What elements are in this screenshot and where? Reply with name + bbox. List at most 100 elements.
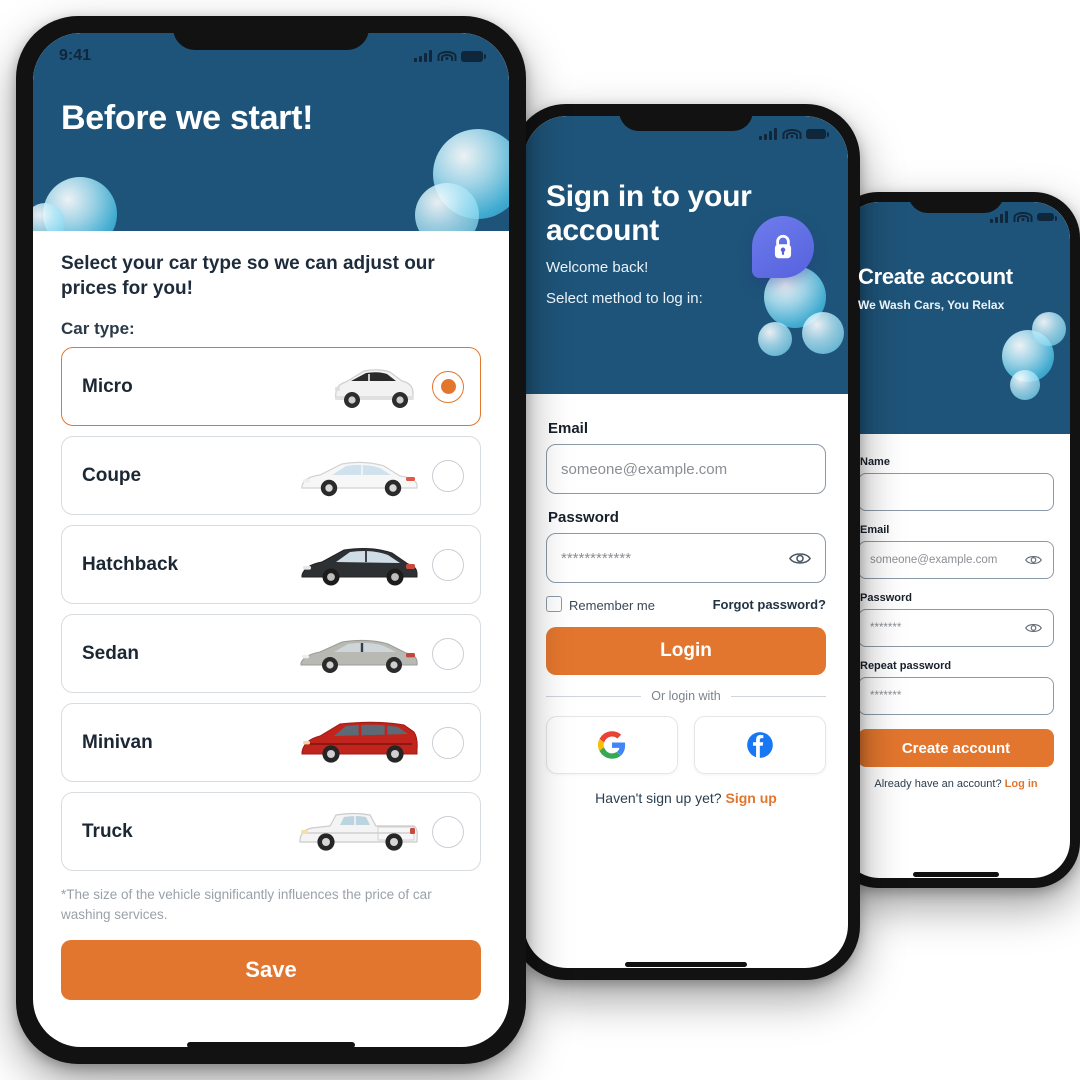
- form-sheet: Email someone@example.com Password *****…: [524, 394, 848, 806]
- bubble-decor: [1010, 370, 1040, 400]
- signal-bars-icon: [414, 50, 432, 62]
- eye-icon[interactable]: [1025, 554, 1042, 566]
- phone-create-account: Create account We Wash Cars, You Relax N…: [832, 192, 1080, 888]
- password-input[interactable]: ************: [546, 533, 826, 583]
- sedan-car-icon: [200, 624, 432, 684]
- email-input[interactable]: someone@example.com: [546, 444, 826, 494]
- car-type-label: Car type:: [61, 319, 135, 339]
- notch: [619, 104, 753, 131]
- car-type-option-minivan[interactable]: Minivan: [61, 703, 481, 783]
- signal-bars-icon: [990, 211, 1008, 223]
- header-car-type: 9:41 Before we start!: [33, 33, 509, 231]
- header-login: Sign in to your account Welcome back! Se…: [524, 116, 848, 394]
- car-type-label: Minivan: [82, 731, 153, 753]
- radio-micro[interactable]: [432, 370, 464, 403]
- signup-prompt-text: Haven't sign up yet?: [595, 790, 722, 806]
- page-title: Create account: [858, 264, 1013, 289]
- remember-me-checkbox[interactable]: Remember me: [546, 596, 655, 613]
- email-input-placeholder: someone@example.com: [870, 554, 998, 566]
- car-type-label: Hatchback: [82, 553, 179, 575]
- hatchback-car-icon: [200, 535, 432, 595]
- radio-hatchback[interactable]: [432, 548, 464, 581]
- login-prompt-text: Already have an account?: [874, 778, 1002, 790]
- bubble-decor: [802, 312, 844, 354]
- facebook-login-button[interactable]: [694, 716, 826, 774]
- save-button[interactable]: Save: [61, 940, 481, 1001]
- checkbox-icon: [546, 596, 562, 612]
- google-login-button[interactable]: [546, 716, 678, 774]
- password-label: Password: [548, 509, 619, 526]
- lock-icon: [774, 234, 792, 259]
- tagline: We Wash Cars, You Relax: [858, 297, 1005, 312]
- signup-link[interactable]: Sign up: [725, 790, 776, 806]
- google-icon: [598, 731, 626, 759]
- car-type-option-sedan[interactable]: Sedan: [61, 614, 481, 694]
- car-type-option-truck[interactable]: Truck: [61, 792, 481, 872]
- car-type-option-micro[interactable]: Micro: [61, 347, 481, 427]
- or-divider-label: Or login with: [651, 689, 721, 703]
- repeat-password-label: Repeat password: [860, 660, 952, 672]
- repeat-password-input-value: *******: [870, 690, 902, 702]
- battery-icon: [1037, 213, 1057, 221]
- radio-sedan[interactable]: [432, 637, 464, 670]
- forgot-password-link[interactable]: Forgot password?: [713, 597, 826, 612]
- eye-icon[interactable]: [789, 551, 811, 566]
- password-label: Password: [860, 592, 912, 604]
- login-button[interactable]: Login: [546, 627, 826, 675]
- mockup-stage: Create account We Wash Cars, You Relax N…: [0, 0, 1080, 1080]
- battery-icon: [806, 129, 829, 139]
- email-label: Email: [860, 524, 890, 536]
- name-input[interactable]: [858, 473, 1054, 511]
- page-title: Before we start!: [61, 99, 314, 137]
- car-type-list: Micro Coupe Hatchback Sedan Minivan Truc…: [61, 347, 481, 872]
- home-indicator: [625, 962, 747, 967]
- car-type-option-coupe[interactable]: Coupe: [61, 436, 481, 516]
- lock-badge: [752, 216, 814, 278]
- wifi-icon: [1013, 211, 1032, 223]
- bubble-decor: [1032, 312, 1066, 346]
- social-login-row: [546, 716, 826, 774]
- wifi-icon: [437, 50, 456, 62]
- phone-login: Sign in to your account Welcome back! Se…: [512, 104, 860, 980]
- form-options-row: Remember me Forgot password?: [546, 596, 826, 613]
- facebook-icon: [747, 732, 773, 758]
- phone-car-type: 9:41 Before we start! Select your car ty…: [16, 16, 526, 1064]
- form-sheet: Name Email someone@example.com Password: [842, 434, 1070, 790]
- lead-text: Select your car type so we can adjust ou…: [61, 253, 435, 300]
- password-input[interactable]: *******: [858, 609, 1054, 647]
- repeat-password-input[interactable]: *******: [858, 677, 1054, 715]
- create-account-button[interactable]: Create account: [858, 729, 1054, 767]
- login-link[interactable]: Log in: [1005, 778, 1038, 790]
- or-divider: Or login with: [546, 689, 826, 703]
- radio-coupe[interactable]: [432, 459, 464, 492]
- email-input-placeholder: someone@example.com: [561, 460, 728, 478]
- login-prompt: Already have an account? Log in: [858, 778, 1054, 790]
- micro-car-icon: [200, 357, 432, 417]
- notch: [908, 192, 1004, 213]
- password-input-value: *******: [870, 622, 902, 634]
- battery-icon: [461, 50, 486, 62]
- screen-create-account: Create account We Wash Cars, You Relax N…: [842, 202, 1070, 878]
- home-indicator: [187, 1042, 355, 1048]
- coupe-car-icon: [200, 446, 432, 506]
- radio-truck[interactable]: [432, 815, 464, 848]
- screen-car-type: 9:41 Before we start! Select your car ty…: [33, 33, 509, 1047]
- radio-minivan[interactable]: [432, 726, 464, 759]
- price-note: *The size of the vehicle significantly i…: [61, 887, 432, 922]
- car-type-label: Coupe: [82, 464, 142, 486]
- car-type-option-hatchback[interactable]: Hatchback: [61, 525, 481, 605]
- car-type-label: Micro: [82, 375, 133, 397]
- email-input[interactable]: someone@example.com: [858, 541, 1054, 579]
- subtitle-text: Select method to log in:: [546, 290, 703, 308]
- remember-me-label: Remember me: [569, 598, 655, 613]
- password-input-value: ************: [561, 549, 632, 567]
- bubble-decor: [758, 322, 792, 356]
- minivan-car-icon: [200, 713, 432, 773]
- truck-car-icon: [200, 802, 432, 862]
- notch: [173, 16, 369, 50]
- signup-prompt: Haven't sign up yet? Sign up: [546, 790, 826, 806]
- car-type-label: Sedan: [82, 642, 140, 664]
- name-label: Name: [860, 456, 890, 468]
- eye-icon[interactable]: [1025, 622, 1042, 634]
- home-indicator: [913, 872, 999, 877]
